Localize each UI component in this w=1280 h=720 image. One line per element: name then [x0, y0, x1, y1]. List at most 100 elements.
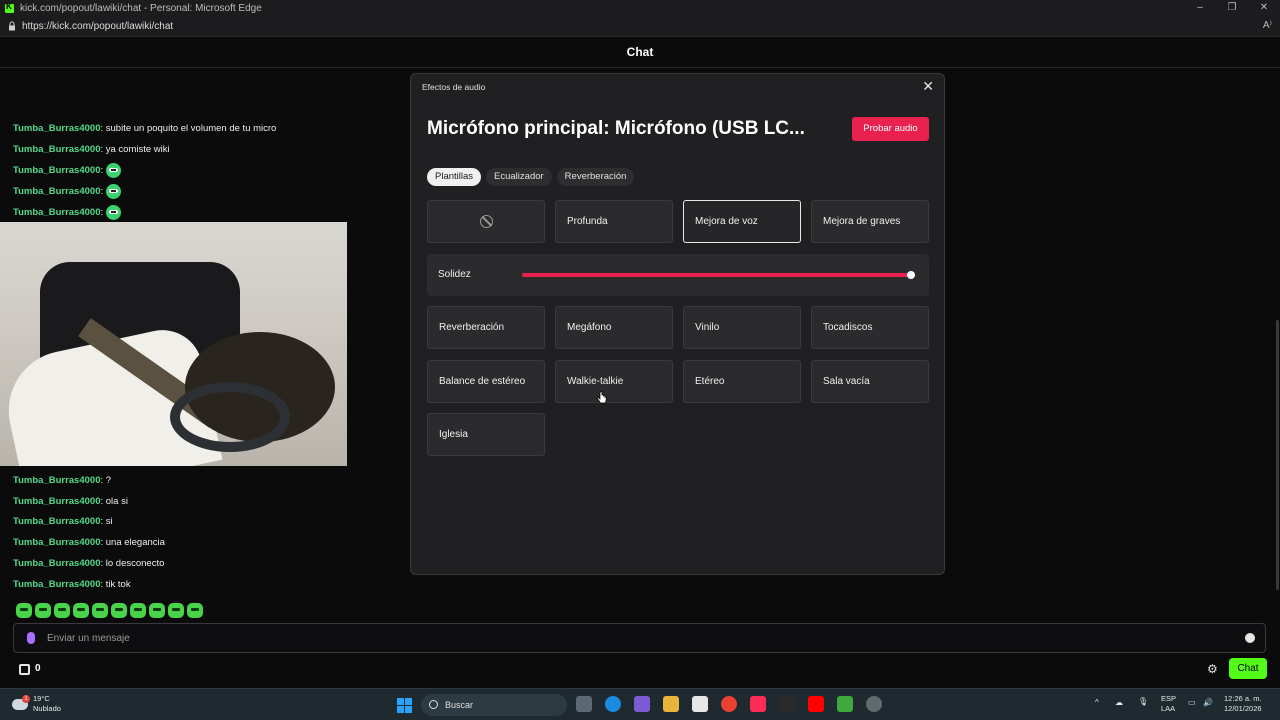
stream-video-frame [0, 222, 347, 466]
language-bottom: LAA [1161, 704, 1176, 713]
youtube-icon[interactable] [808, 696, 824, 712]
taskbar-search[interactable]: Buscar [421, 694, 567, 716]
chevron-up-icon[interactable]: ^ [1095, 698, 1099, 707]
language-indicator[interactable]: ESP LAA [1161, 694, 1176, 714]
volume-icon[interactable]: 🔊 [1203, 698, 1213, 707]
read-aloud-icon[interactable]: A⁾ [1263, 20, 1272, 31]
preset-tocadiscos[interactable]: Tocadiscos [811, 306, 929, 349]
preset-sala-vacia[interactable]: Sala vacía [811, 360, 929, 403]
tab-ecualizador[interactable]: Ecualizador [486, 168, 552, 186]
network-icon[interactable]: ▭ [1188, 698, 1196, 707]
chat-bottom-bar: 0 ⚙ Chat [0, 656, 1280, 686]
chat-username[interactable]: Tumba_Burras4000 [13, 516, 100, 527]
weather-desc: Nublado [33, 704, 61, 713]
url-text[interactable]: https://kick.com/popout/lawiki/chat [22, 21, 173, 32]
preset-mejora-de-voz[interactable]: Mejora de voz [683, 200, 801, 243]
chat-message: Tumba_Burras4000: si [13, 515, 113, 528]
preset-vinilo[interactable]: Vinilo [683, 306, 801, 349]
solidez-slider-thumb[interactable] [907, 271, 915, 279]
emote-icon[interactable] [111, 603, 127, 618]
chat-username[interactable]: Tumba_Burras4000 [13, 537, 100, 548]
chat-message: Tumba_Burras4000: una elegancia [13, 536, 165, 549]
preset-profunda[interactable]: Profunda [555, 200, 673, 243]
copilot-icon[interactable] [634, 696, 650, 712]
chat-username[interactable]: Tumba_Burras4000 [13, 186, 100, 197]
preset-etereo[interactable]: Etéreo [683, 360, 801, 403]
onedrive-icon[interactable]: ☁ [1115, 698, 1123, 707]
chat-username[interactable]: Tumba_Burras4000 [13, 123, 100, 134]
preset-walkie-talkie[interactable]: Walkie-talkie [555, 360, 673, 403]
chat-message-text: : si [100, 516, 113, 528]
preset-none-tile[interactable] [427, 200, 545, 243]
window-title: kick.com/popout/lawiki/chat - Personal: … [20, 2, 262, 14]
emote-icon[interactable] [187, 603, 203, 618]
windows-taskbar: 1 19°C Nublado Buscar ^ ☁ 🎙 ESP LAA ▭ 🔊 … [0, 688, 1280, 720]
preset-balance-de-estereo[interactable]: Balance de estéreo [427, 360, 545, 403]
windows-start-icon[interactable] [397, 698, 412, 713]
microphone-heading: Micrófono principal: Micrófono (USB LC..… [427, 118, 805, 139]
microphone-icon[interactable] [27, 632, 35, 644]
chat-message: Tumba_Burras4000: tik tok [13, 578, 131, 591]
chat-message-text: : ya comiste wiki [100, 143, 170, 155]
minimize-button[interactable]: – [1184, 0, 1216, 16]
chrome-icon[interactable] [721, 696, 737, 712]
gift-icon[interactable] [19, 664, 30, 675]
chat-username[interactable]: Tumba_Burras4000 [13, 144, 100, 155]
chat-scrollbar[interactable] [1276, 320, 1279, 590]
chat-message: Tumba_Burras4000: [13, 184, 122, 200]
test-audio-button[interactable]: Probar audio [852, 117, 929, 141]
chat-message-text: : [100, 186, 104, 198]
chat-username[interactable]: Tumba_Burras4000 [13, 475, 100, 486]
preset-iglesia[interactable]: Iglesia [427, 413, 545, 456]
chat-message: Tumba_Burras4000: subite un poquito el v… [13, 122, 276, 135]
file-explorer-icon[interactable] [663, 696, 679, 712]
hand-cursor-icon [597, 391, 607, 404]
chat-username[interactable]: Tumba_Burras4000 [13, 207, 100, 218]
message-input[interactable]: Enviar un mensaje [13, 623, 1266, 653]
emote-icon[interactable] [149, 603, 165, 618]
emote-icon[interactable] [168, 603, 184, 618]
settings-app-icon[interactable] [866, 696, 882, 712]
tiktok-icon[interactable] [750, 696, 766, 712]
settings-gear-icon[interactable]: ⚙ [1207, 662, 1218, 676]
emote-icon [106, 163, 122, 179]
emote-icon[interactable] [16, 603, 32, 618]
chat-message-text: : [100, 206, 104, 218]
emote-icon[interactable] [35, 603, 51, 618]
edge-browser-icon[interactable] [605, 696, 621, 712]
chat-username[interactable]: Tumba_Burras4000 [13, 558, 100, 569]
emoji-picker-icon[interactable] [1245, 633, 1255, 643]
tab-plantillas[interactable]: Plantillas [427, 168, 482, 186]
minecraft-icon[interactable] [837, 696, 853, 712]
emote-icon[interactable] [130, 603, 146, 618]
close-icon[interactable]: ✕ [922, 79, 934, 93]
task-view-icon[interactable] [576, 696, 592, 712]
address-bar[interactable]: https://kick.com/popout/lawiki/chat A⁾ [0, 16, 1280, 37]
microphone-tray-icon[interactable]: 🎙 [1138, 697, 1148, 706]
tab-reverberacion[interactable]: Reverberación [556, 168, 635, 186]
window-controls: – ❐ ✕ [1184, 0, 1280, 16]
microsoft-store-icon[interactable] [692, 696, 708, 712]
preset-mejora-de-graves[interactable]: Mejora de graves [811, 200, 929, 243]
weather-widget[interactable]: 1 19°C Nublado [12, 694, 61, 714]
kick-favicon-icon [5, 2, 14, 13]
language-top: ESP [1161, 694, 1177, 703]
solidez-slider-track[interactable] [522, 273, 912, 277]
close-window-button[interactable]: ✕ [1248, 0, 1280, 16]
chat-username[interactable]: Tumba_Burras4000 [13, 165, 100, 176]
chat-message-text: : ? [100, 475, 112, 486]
chat-username[interactable]: Tumba_Burras4000 [13, 496, 100, 507]
emote-icon[interactable] [92, 603, 108, 618]
chat-username[interactable]: Tumba_Burras4000 [13, 579, 100, 590]
chat-message-text: : tik tok [100, 578, 131, 590]
system-clock[interactable]: 12:26 a. m. 12/01/2026 [1224, 694, 1262, 714]
emote-icon[interactable] [54, 603, 70, 618]
restore-button[interactable]: ❐ [1216, 0, 1248, 16]
tm-app-icon[interactable] [779, 696, 795, 712]
chat-message: Tumba_Burras4000: ya comiste wiki [13, 143, 170, 156]
message-input-placeholder[interactable]: Enviar un mensaje [47, 633, 130, 644]
preset-reverberacion[interactable]: Reverberación [427, 306, 545, 349]
preset-megafono[interactable]: Megáfono [555, 306, 673, 349]
send-chat-button[interactable]: Chat [1229, 658, 1267, 679]
emote-icon[interactable] [73, 603, 89, 618]
